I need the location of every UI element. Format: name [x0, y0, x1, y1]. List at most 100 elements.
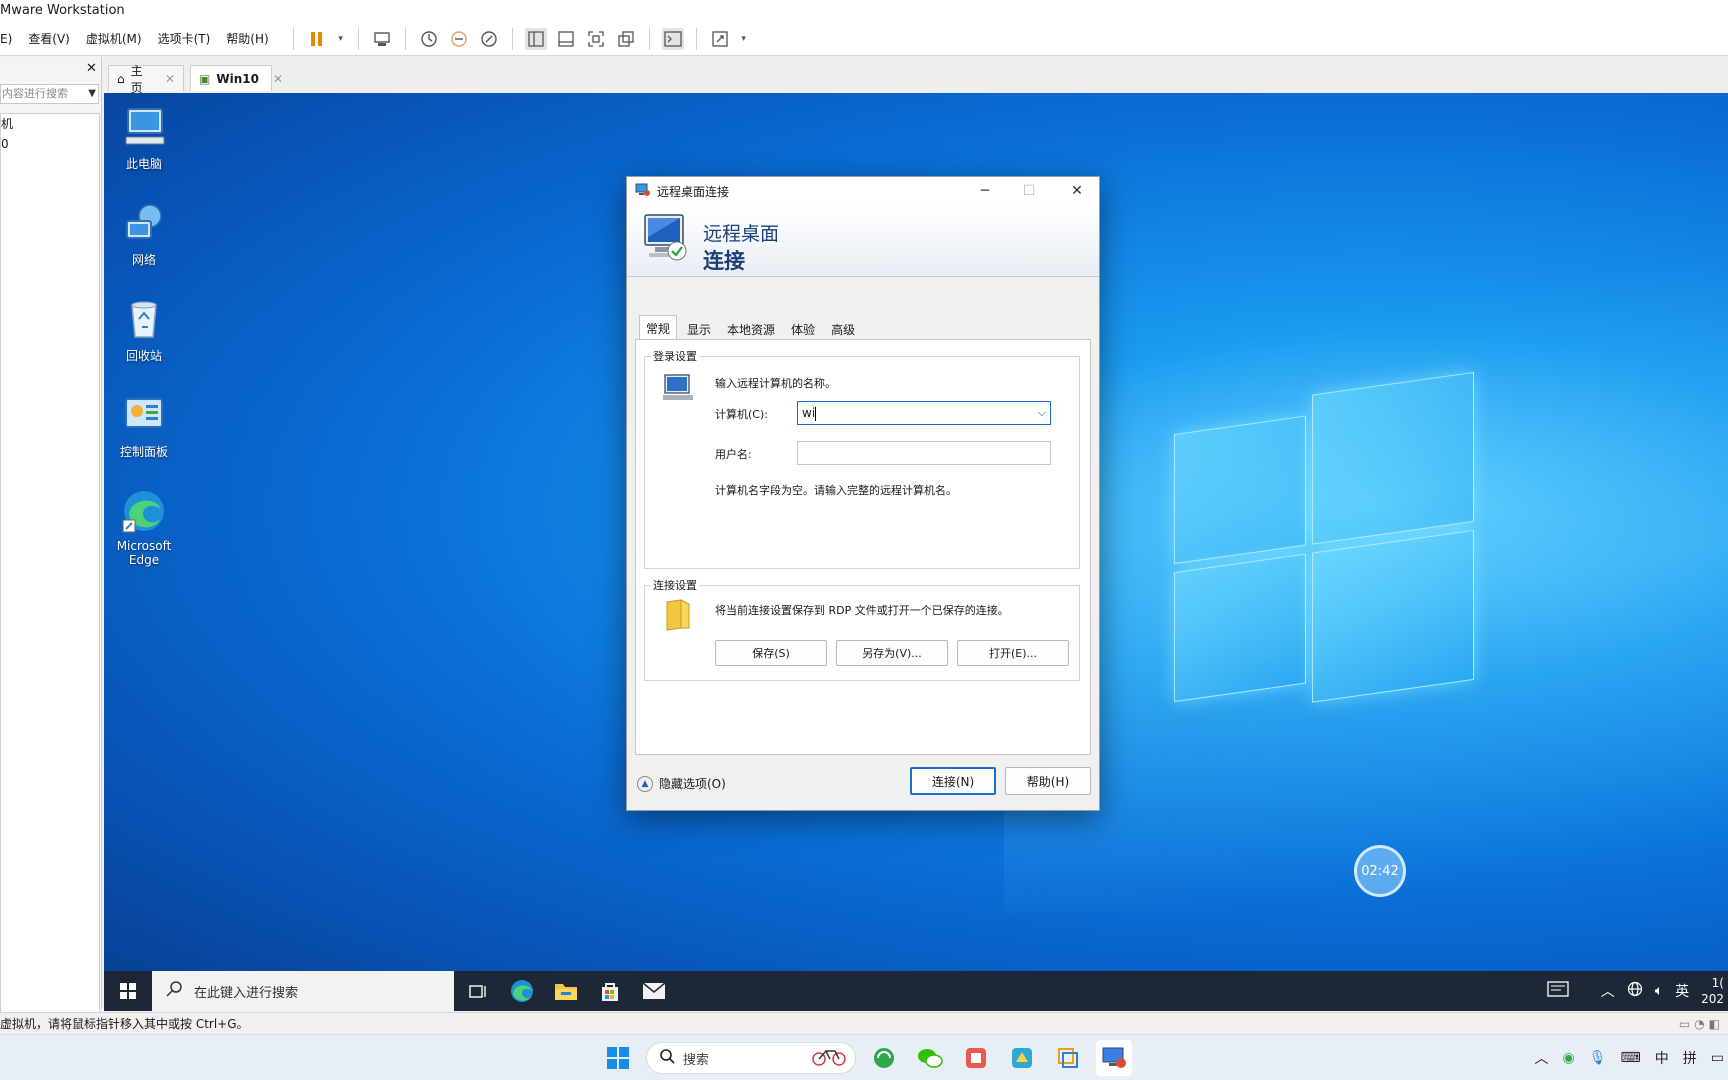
banner-title-line1: 远程桌面 [703, 223, 780, 245]
computer-icon [120, 103, 168, 151]
guest-tray: ︿ 🔈︎ 英 1( 202 [1547, 971, 1728, 1011]
save-as-button[interactable]: 另存为(V)... [836, 640, 948, 666]
vm-icon: ▣ [199, 71, 211, 86]
desktop-icon-edge[interactable]: Microsoft Edge [104, 487, 184, 567]
toolbox-icon[interactable] [958, 1040, 994, 1076]
toolbar-divider [695, 27, 697, 50]
sync-icon[interactable]: ◉ [1563, 1050, 1575, 1066]
hide-options-label: 隐藏选项(O) [659, 777, 726, 791]
remote-desktop-dialog: 远程桌面连接 ─ ☐ ✕ 远程桌面 连接 常规 显示 本地资源 体验 高级 登录… [626, 176, 1100, 811]
notification-icon[interactable] [1547, 981, 1569, 1001]
browser-icon[interactable] [866, 1040, 902, 1076]
chevron-up-icon[interactable]: ︿ [1535, 1048, 1549, 1068]
tab-label: 主页 [130, 63, 143, 95]
network-icon[interactable] [1627, 981, 1643, 1001]
menu-vm[interactable]: 虚拟机(M) [86, 30, 142, 47]
control-panel-icon [120, 391, 168, 439]
tree-item[interactable]: 0 [1, 134, 99, 154]
desktop-icon-label: 回收站 [125, 349, 162, 363]
remote-desktop-icon[interactable] [1096, 1040, 1132, 1076]
clock[interactable]: 1( 202 [1701, 975, 1724, 1007]
full-screen-icon[interactable] [585, 28, 607, 50]
taskbar-center: 搜索 [600, 1035, 1132, 1080]
connection-hint: 将当前连接设置保存到 RDP 文件或打开一个已保存的连接。 [715, 604, 1009, 617]
file-explorer-icon[interactable] [544, 971, 588, 1011]
chevron-up-icon[interactable]: ︿ [1601, 981, 1615, 1001]
menu-view[interactable]: 查看(V) [28, 30, 70, 47]
search-icon [659, 1048, 675, 1068]
ime-mode[interactable]: 中 [1655, 1048, 1669, 1068]
desktop-icon-network[interactable]: 网络 [104, 199, 184, 268]
username-label: 用户名: [715, 448, 752, 461]
host-search-box[interactable]: 搜索 [646, 1042, 856, 1074]
game-icon[interactable] [1004, 1040, 1040, 1076]
mail-icon[interactable] [632, 971, 676, 1011]
open-button[interactable]: 打开(E)... [957, 640, 1069, 666]
chevron-down-icon[interactable]: ▾ [336, 28, 346, 50]
close-icon[interactable]: ✕ [86, 61, 97, 76]
console-view-icon[interactable] [661, 27, 684, 50]
chevron-down-icon[interactable]: ⌵ [1038, 402, 1046, 424]
unity-icon[interactable] [615, 28, 637, 50]
desktop-icon-this-pc[interactable]: 此电脑 [104, 103, 184, 172]
desktop-icon-label: 网络 [131, 253, 156, 267]
keyboard-icon[interactable]: ⌨ [1621, 1050, 1641, 1066]
chevron-down-icon[interactable]: ▼ [88, 85, 96, 103]
ime-pinyin[interactable]: 拼 [1683, 1048, 1697, 1068]
toolbar-divider [648, 27, 650, 50]
minimize-icon[interactable]: ─ [963, 177, 1007, 205]
volume-icon[interactable]: 🔈︎ [1655, 983, 1663, 999]
language-indicator[interactable]: 英 [1675, 981, 1689, 1001]
desktop-icon-control-panel[interactable]: 控制面板 [104, 391, 184, 460]
library-search-input[interactable]: 内容进行搜索 ▼ [0, 84, 99, 104]
windows-start-icon[interactable] [104, 971, 152, 1011]
task-view-icon[interactable] [456, 971, 500, 1011]
login-settings-group: 登录设置 输入远程计算机的名称。 计算机(C): wi ⌵ 用户名: 计算机名字… [644, 348, 1080, 569]
vmware-statusbar: 虚拟机，请将鼠标指针移入其中或按 Ctrl+G。 ▭◔◧ [0, 1012, 1728, 1034]
windows-start-icon[interactable] [600, 1040, 636, 1076]
dialog-title: 远程桌面连接 [657, 184, 730, 199]
connect-button[interactable]: 连接(N) [910, 767, 996, 795]
network-icon [120, 199, 168, 247]
menu-help[interactable]: 帮助(H) [226, 30, 268, 47]
revert-snapshot-icon[interactable] [448, 28, 470, 50]
guest-search-box[interactable]: 在此键入进行搜索 [152, 971, 454, 1011]
close-icon[interactable]: ✕ [165, 72, 175, 86]
display-icon[interactable]: ▭ [1711, 1050, 1724, 1066]
thumbnail-bar-icon[interactable] [555, 28, 577, 50]
menu-edit[interactable]: E) [0, 32, 12, 46]
remote-desktop-icon [644, 214, 687, 261]
toolbar-divider [404, 27, 406, 50]
snapshot-manager-icon[interactable] [478, 28, 500, 50]
show-library-icon[interactable] [524, 27, 547, 50]
store-icon[interactable] [588, 971, 632, 1011]
tab-home[interactable]: ⌂ 主页 ✕ [108, 64, 184, 95]
status-text: 虚拟机，请将鼠标指针移入其中或按 Ctrl+G。 [0, 1017, 249, 1031]
close-icon[interactable]: ✕ [273, 72, 283, 86]
help-button[interactable]: 帮助(H) [1005, 767, 1091, 795]
dialog-body: 常规 显示 本地资源 体验 高级 登录设置 输入远程计算机的名称。 计算机(C)… [635, 315, 1091, 755]
banner-title-line2: 连接 [703, 249, 745, 273]
username-field[interactable] [797, 441, 1051, 465]
wechat-icon[interactable] [912, 1040, 948, 1076]
computer-combobox[interactable]: wi ⌵ [797, 401, 1051, 425]
toolbar-divider [511, 27, 513, 50]
tree-item[interactable]: 机 [1, 114, 99, 134]
app-title: Mware Workstation [0, 3, 125, 18]
pause-icon[interactable] [306, 28, 328, 50]
desktop-icon-label: Microsoft Edge [116, 539, 172, 567]
microphone-icon[interactable]: 🎙︎ [1589, 1050, 1607, 1066]
tab-win10[interactable]: ▣ Win10 ✕ [190, 65, 283, 91]
close-icon[interactable]: ✕ [1055, 177, 1099, 205]
edge-icon[interactable] [500, 971, 544, 1011]
save-button[interactable]: 保存(S) [715, 640, 827, 666]
snapshot-icon[interactable] [418, 28, 440, 50]
vmware-icon[interactable] [1050, 1040, 1086, 1076]
stretch-guest-icon[interactable] [709, 28, 731, 50]
chevron-down-icon[interactable]: ▾ [739, 28, 749, 50]
timer-badge[interactable]: 02:42 [1354, 845, 1406, 897]
send-ctrl-alt-del-icon[interactable] [371, 28, 393, 50]
desktop-icon-recycle-bin[interactable]: 回收站 [104, 295, 184, 364]
menu-tabs[interactable]: 选项卡(T) [158, 30, 211, 47]
hide-options-toggle[interactable]: ▲ 隐藏选项(O) [637, 775, 726, 792]
